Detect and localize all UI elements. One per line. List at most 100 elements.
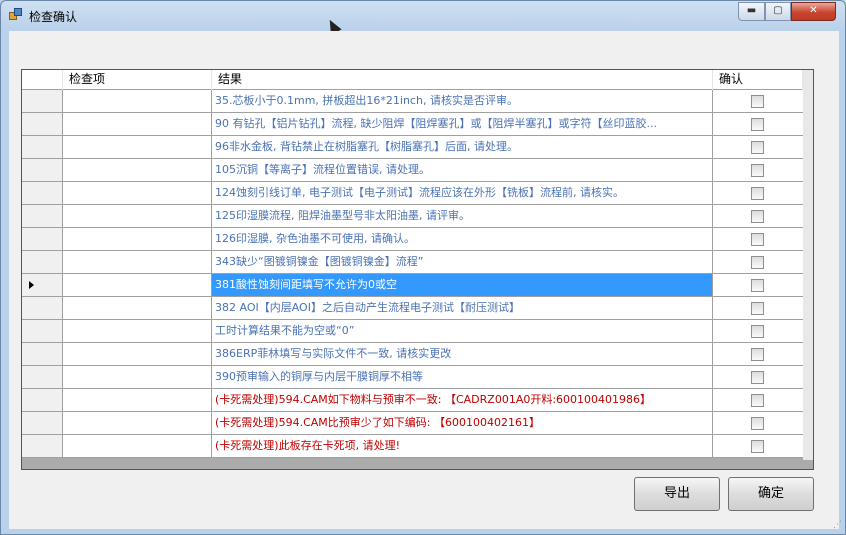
confirm-checkbox[interactable] (751, 348, 764, 361)
confirm-cell (713, 412, 803, 434)
confirm-checkbox[interactable] (751, 279, 764, 292)
check-item-cell[interactable] (63, 320, 212, 342)
result-cell[interactable]: 工时计算结果不能为空或“0” (212, 320, 713, 342)
confirm-checkbox[interactable] (751, 187, 764, 200)
confirm-cell (713, 136, 803, 158)
result-cell[interactable]: 382 AOI【内层AOI】之后自动产生流程电子测试【耐压测试】 (212, 297, 713, 319)
result-cell[interactable]: 126印湿膜, 杂色油墨不可使用, 请确认。 (212, 228, 713, 250)
row-header-cell[interactable] (22, 343, 63, 365)
row-header-cell[interactable] (22, 251, 63, 273)
column-header-item[interactable]: 检查项 (63, 70, 212, 90)
row-header-cell[interactable] (22, 297, 63, 319)
check-item-cell[interactable] (63, 412, 212, 434)
table-row[interactable]: 124蚀刻引线订单, 电子测试【电子测试】流程应该在外形【铣板】流程前, 请核实… (22, 182, 803, 205)
check-item-cell[interactable] (63, 182, 212, 204)
result-cell[interactable]: 390预审输入的铜厚与内层干膜铜厚不相等 (212, 366, 713, 388)
check-item-cell[interactable] (63, 435, 212, 457)
row-header-cell[interactable] (22, 389, 63, 411)
result-cell[interactable]: (卡死需处理)594.CAM比预审少了如下编码: 【600100402161】 (212, 412, 713, 434)
row-header-cell[interactable] (22, 90, 63, 112)
title-bar[interactable]: 检查确认 ▬ ▢ ✕ (1, 1, 845, 31)
column-header-confirm[interactable]: 确认 (713, 70, 803, 90)
table-row[interactable]: 工时计算结果不能为空或“0” (22, 320, 803, 343)
row-header-cell[interactable] (22, 113, 63, 135)
confirm-button[interactable]: 确定 (728, 477, 814, 511)
confirm-checkbox[interactable] (751, 325, 764, 338)
result-cell[interactable]: (卡死需处理)594.CAM如下物料与预审不一致: 【CADRZ001A0开料:… (212, 389, 713, 411)
confirm-checkbox[interactable] (751, 417, 764, 430)
table-row[interactable]: 126印湿膜, 杂色油墨不可使用, 请确认。 (22, 228, 803, 251)
result-cell[interactable]: 381酸性蚀刻间距填写不允许为0或空 (212, 274, 713, 296)
column-header-result[interactable]: 结果 (212, 70, 713, 90)
result-cell[interactable]: 124蚀刻引线订单, 电子测试【电子测试】流程应该在外形【铣板】流程前, 请核实… (212, 182, 713, 204)
table-row[interactable]: 382 AOI【内层AOI】之后自动产生流程电子测试【耐压测试】 (22, 297, 803, 320)
minimize-button[interactable]: ▬ (738, 2, 765, 21)
row-header-cell[interactable] (22, 228, 63, 250)
check-item-cell[interactable] (63, 136, 212, 158)
table-row[interactable]: 105沉铜【等离子】流程位置错误, 请处理。 (22, 159, 803, 182)
result-cell[interactable]: 343缺少“图镀铜镍金【图镀铜镍金】流程” (212, 251, 713, 273)
check-results-grid[interactable]: 检查项 结果 确认 35.芯板小于0.1mm, 拼板超出16*21inch, 请… (21, 69, 814, 470)
row-header-cell[interactable] (22, 182, 63, 204)
check-item-cell[interactable] (63, 251, 212, 273)
confirm-cell (713, 297, 803, 319)
table-row[interactable]: (卡死需处理)594.CAM如下物料与预审不一致: 【CADRZ001A0开料:… (22, 389, 803, 412)
check-item-cell[interactable] (63, 389, 212, 411)
table-row[interactable]: (卡死需处理)594.CAM比预审少了如下编码: 【600100402161】 (22, 412, 803, 435)
vertical-scrollbar-area (803, 70, 813, 460)
result-cell[interactable]: 125印湿膜流程, 阻焊油墨型号非太阳油墨, 请评审。 (212, 205, 713, 227)
confirm-cell (713, 159, 803, 181)
result-cell[interactable]: 386ERP菲林填写与实际文件不一致, 请核实更改 (212, 343, 713, 365)
table-row[interactable]: 386ERP菲林填写与实际文件不一致, 请核实更改 (22, 343, 803, 366)
table-row[interactable]: (卡死需处理)此板存在卡死项, 请处理! (22, 435, 803, 458)
confirm-checkbox[interactable] (751, 302, 764, 315)
check-item-cell[interactable] (63, 343, 212, 365)
table-row[interactable]: 90 有钻孔【铝片钻孔】流程, 缺少阻焊【阻焊塞孔】或【阻焊半塞孔】或字符【丝印… (22, 113, 803, 136)
export-button[interactable]: 导出 (634, 477, 720, 511)
check-item-cell[interactable] (63, 366, 212, 388)
result-cell[interactable]: 105沉铜【等离子】流程位置错误, 请处理。 (212, 159, 713, 181)
check-item-cell[interactable] (63, 90, 212, 112)
confirm-checkbox[interactable] (751, 164, 764, 177)
confirm-checkbox[interactable] (751, 233, 764, 246)
confirm-checkbox[interactable] (751, 256, 764, 269)
check-item-cell[interactable] (63, 297, 212, 319)
maximize-button[interactable]: ▢ (765, 2, 791, 21)
table-row[interactable]: 381酸性蚀刻间距填写不允许为0或空 (22, 274, 803, 297)
row-header-cell[interactable] (22, 412, 63, 434)
check-item-cell[interactable] (63, 228, 212, 250)
table-row[interactable]: 35.芯板小于0.1mm, 拼板超出16*21inch, 请核实是否评审。 (22, 90, 803, 113)
confirm-cell (713, 182, 803, 204)
table-row[interactable]: 343缺少“图镀铜镍金【图镀铜镍金】流程” (22, 251, 803, 274)
table-row[interactable]: 390预审输入的铜厚与内层干膜铜厚不相等 (22, 366, 803, 389)
result-cell[interactable]: (卡死需处理)此板存在卡死项, 请处理! (212, 435, 713, 457)
row-header-cell[interactable] (22, 274, 63, 296)
table-row[interactable]: 125印湿膜流程, 阻焊油墨型号非太阳油墨, 请评审。 (22, 205, 803, 228)
grid-bottom-area (22, 460, 813, 469)
resize-grip-icon[interactable]: ⋰ (833, 520, 842, 530)
check-item-cell[interactable] (63, 159, 212, 181)
result-cell[interactable]: 90 有钻孔【铝片钻孔】流程, 缺少阻焊【阻焊塞孔】或【阻焊半塞孔】或字符【丝印… (212, 113, 713, 135)
row-header-cell[interactable] (22, 136, 63, 158)
row-header-cell[interactable] (22, 366, 63, 388)
confirm-checkbox[interactable] (751, 118, 764, 131)
result-cell[interactable]: 96非水金板, 背钻禁止在树脂塞孔【树脂塞孔】后面, 请处理。 (212, 136, 713, 158)
dialog-body: 检查项 结果 确认 35.芯板小于0.1mm, 拼板超出16*21inch, 请… (9, 31, 839, 529)
row-header-cell[interactable] (22, 435, 63, 457)
row-header-cell[interactable] (22, 320, 63, 342)
table-row[interactable]: 96非水金板, 背钻禁止在树脂塞孔【树脂塞孔】后面, 请处理。 (22, 136, 803, 159)
row-header-cell[interactable] (22, 159, 63, 181)
row-header-corner (22, 70, 63, 90)
check-item-cell[interactable] (63, 205, 212, 227)
check-item-cell[interactable] (63, 113, 212, 135)
confirm-checkbox[interactable] (751, 141, 764, 154)
confirm-checkbox[interactable] (751, 95, 764, 108)
result-cell[interactable]: 35.芯板小于0.1mm, 拼板超出16*21inch, 请核实是否评审。 (212, 90, 713, 112)
confirm-checkbox[interactable] (751, 371, 764, 384)
confirm-checkbox[interactable] (751, 394, 764, 407)
confirm-checkbox[interactable] (751, 440, 764, 453)
confirm-checkbox[interactable] (751, 210, 764, 223)
row-header-cell[interactable] (22, 205, 63, 227)
check-item-cell[interactable] (63, 274, 212, 296)
close-button[interactable]: ✕ (791, 2, 836, 21)
